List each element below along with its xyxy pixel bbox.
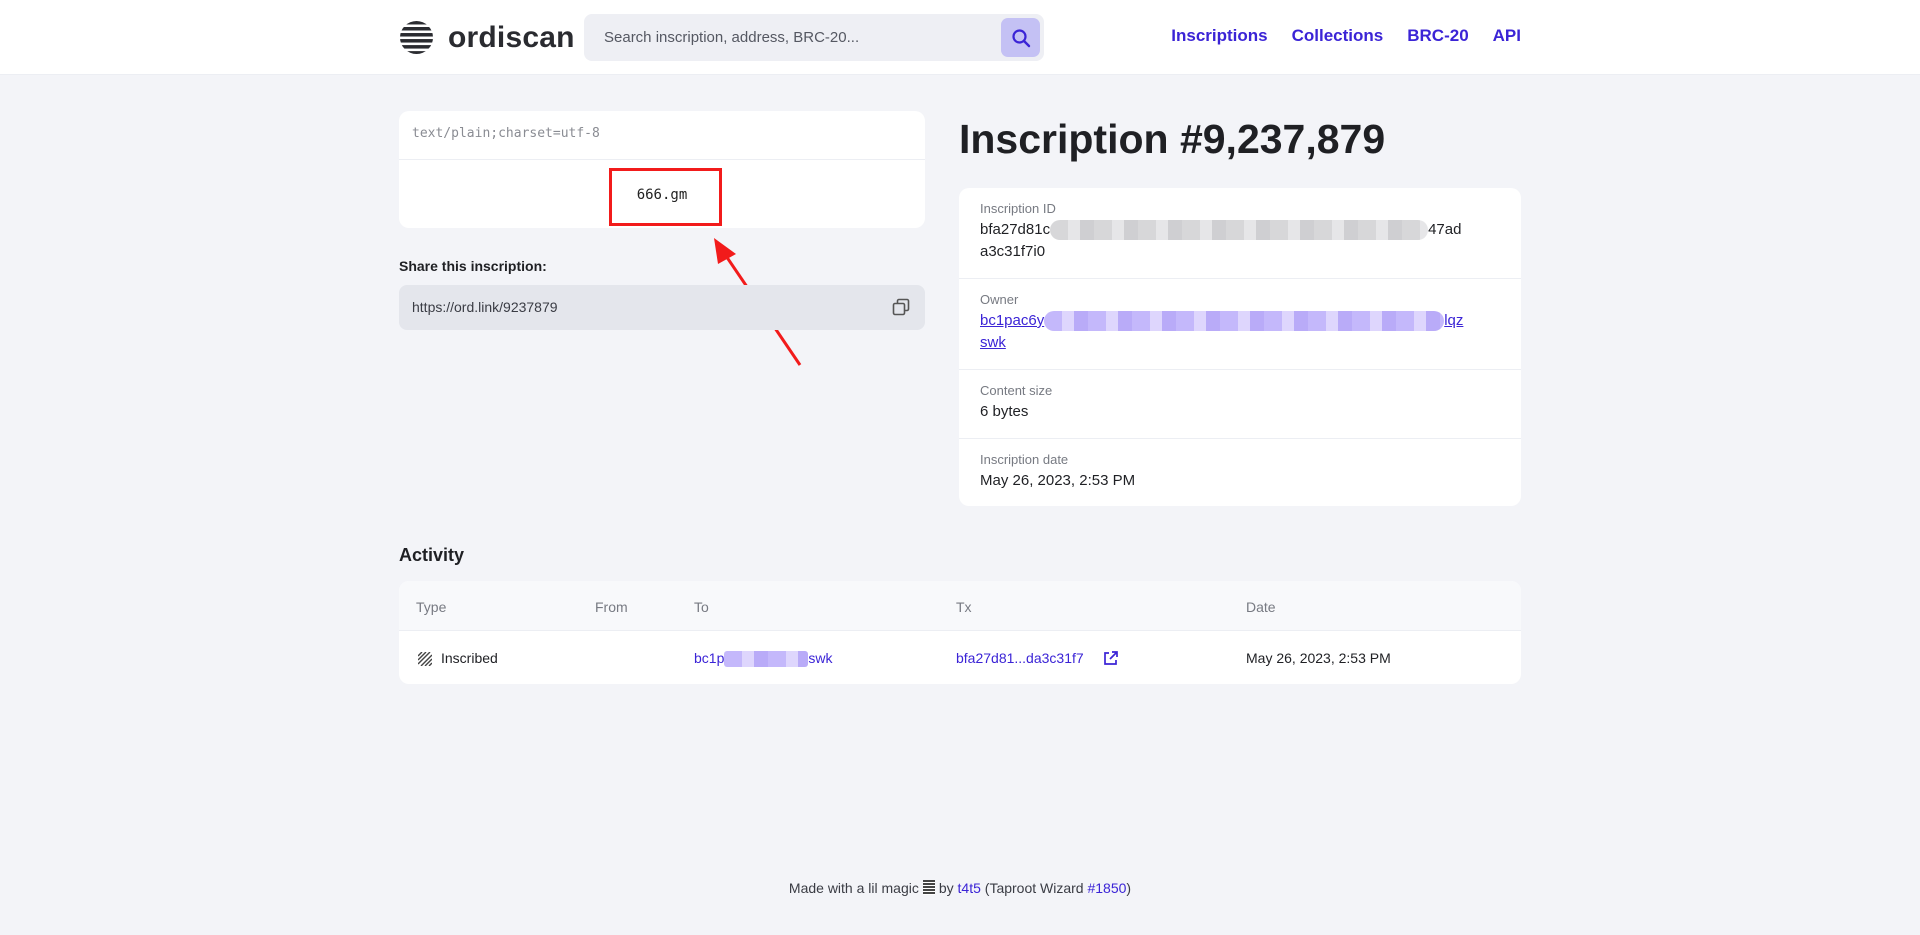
nav-inscriptions[interactable]: Inscriptions: [1171, 26, 1267, 46]
detail-value: May 26, 2023, 2:53 PM: [980, 472, 1136, 489]
main-nav: Inscriptions Collections BRC-20 API: [1171, 26, 1521, 46]
detail-row-content-size: Content size 6 bytes: [959, 370, 1521, 439]
content-type: text/plain;charset=utf-8: [399, 111, 925, 160]
nav-api[interactable]: API: [1493, 26, 1521, 46]
activity-tx-link[interactable]: bfa27d81...da3c31f7: [956, 650, 1084, 666]
detail-label: Inscription ID: [980, 201, 1056, 216]
nav-collections[interactable]: Collections: [1292, 26, 1384, 46]
to-address-end: swk: [808, 650, 833, 666]
redacted-region: [1044, 311, 1445, 332]
inscription-id-start: bfa27d81c: [980, 221, 1051, 238]
share-label: Share this inscription:: [399, 258, 547, 274]
ordiscan-logo-icon: [399, 20, 434, 55]
share-url: https://ord.link/9237879: [412, 299, 558, 315]
column-header-type: Type: [416, 599, 447, 615]
column-header-date: Date: [1246, 599, 1276, 615]
column-header-from: From: [595, 599, 628, 615]
search-bar: [584, 14, 1044, 61]
author-link[interactable]: t4t5: [958, 880, 981, 896]
detail-row-inscription-date: Inscription date May 26, 2023, 2:53 PM: [959, 439, 1521, 506]
detail-row-inscription-id: Inscription ID bfa27d81c 47ad a3c31f7i0: [959, 188, 1521, 279]
owner-address-start[interactable]: bc1pac6y: [980, 312, 1044, 329]
detail-label: Owner: [980, 292, 1019, 307]
detail-value: bfa27d81c 47ad a3c31f7i0: [980, 219, 1499, 263]
activity-heading: Activity: [399, 545, 465, 565]
to-address-start: bc1p: [694, 650, 725, 666]
inscription-id-line2: a3c31f7i0: [980, 243, 1046, 260]
search-input[interactable]: [584, 14, 994, 61]
column-header-tx: Tx: [956, 599, 972, 615]
search-button[interactable]: [1001, 18, 1040, 57]
detail-label: Inscription date: [980, 452, 1069, 467]
brand-name: ordiscan: [448, 20, 575, 54]
wizard-link[interactable]: #1850: [1087, 880, 1126, 896]
owner-address-end[interactable]: lqz: [1444, 312, 1463, 329]
top-bar: ordiscan Inscriptions Collections BRC-20…: [0, 0, 1920, 75]
redacted-region: [1050, 220, 1429, 241]
owner-address-link[interactable]: bc1pac6y lqz swk: [980, 310, 1499, 354]
inscription-details: Inscription ID bfa27d81c 47ad a3c31f7i0 O…: [959, 188, 1521, 506]
share-link-box[interactable]: https://ord.link/9237879: [399, 285, 925, 330]
detail-label: Content size: [980, 383, 1053, 398]
footer-by: by: [938, 880, 954, 896]
activity-to-link[interactable]: bc1p swk: [694, 650, 833, 668]
activity-date: May 26, 2023, 2:53 PM: [1246, 650, 1391, 666]
copy-icon[interactable]: [891, 297, 911, 317]
footer-wizard-open: (Taproot Wizard: [984, 880, 1084, 896]
footer: Made with a lil magic by t4t5 (Taproot Wi…: [0, 880, 1920, 896]
detail-value: 6 bytes: [980, 403, 1029, 420]
table-header: Type From To Tx Date: [399, 581, 1521, 631]
nav-brc20[interactable]: BRC-20: [1407, 26, 1468, 46]
activity-type: Inscribed: [441, 650, 498, 666]
detail-row-owner: Owner bc1pac6y lqz swk: [959, 279, 1521, 370]
inscription-id-end: 47ad: [1428, 221, 1462, 238]
redacted-region: [724, 651, 809, 668]
inscribed-icon: [418, 652, 432, 666]
wizard-icon: [922, 880, 935, 895]
search-icon: [1011, 28, 1030, 47]
footer-text: Made with a lil magic: [788, 880, 919, 896]
inscription-content: 666.gm: [636, 187, 688, 203]
external-link-icon[interactable]: [1102, 650, 1119, 667]
column-header-to: To: [694, 599, 709, 615]
activity-table: Type From To Tx Date Inscribed bc1p swk b…: [399, 581, 1521, 684]
brand-logo[interactable]: ordiscan: [399, 20, 575, 55]
page-title: Inscription #9,237,879: [959, 116, 1386, 162]
inscription-preview: text/plain;charset=utf-8 666.gm: [399, 111, 925, 228]
footer-wizard-close: ): [1126, 880, 1132, 896]
owner-address-line2[interactable]: swk: [980, 334, 1006, 351]
